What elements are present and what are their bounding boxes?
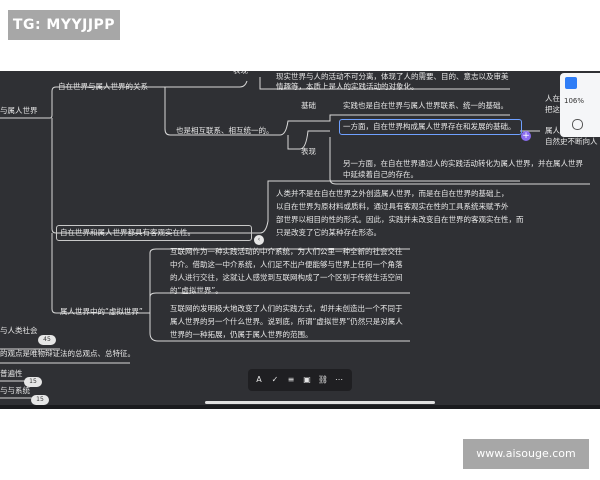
- node-para2-3[interactable]: 的人进行交往，这就让人感觉到互联网构成了一个区别于传统生活空间: [170, 272, 403, 284]
- zoom-level[interactable]: 106%: [564, 97, 584, 105]
- bottom-strip: [0, 405, 600, 409]
- node-jichu[interactable]: 基础: [301, 100, 316, 112]
- text-style-icon[interactable]: A: [253, 374, 265, 386]
- right-float-panel: 106%: [560, 73, 600, 137]
- node-qingqu[interactable]: 情趣等，本质上是人的实践活动的对象化。: [276, 81, 419, 93]
- link-icon[interactable]: ⛓: [317, 374, 329, 386]
- node-para1-2[interactable]: 以自在世界为原材料或质料，通过具有客观实在性的工具系统来赋予外: [276, 201, 509, 213]
- add-node-icon[interactable]: +: [521, 131, 531, 141]
- node-lingyifangmian-2[interactable]: 中延续着自己的存在。: [343, 169, 418, 181]
- node-ziran-guanxi[interactable]: 自在世界与属人世界的关系: [58, 81, 148, 93]
- node-biaoxian-top[interactable]: 表现: [233, 71, 248, 77]
- node-para1-3[interactable]: 部世界以相目的性的形式。因此，实践并未改变自在世界的客观实在性，而: [276, 214, 524, 226]
- node-para3-2[interactable]: 属人世界的另一个什么世界。说到底，所谓“虚拟世界”仍然只是对属人: [170, 316, 403, 328]
- node-para2-1[interactable]: 互联网作为一种实践活动的中介系统，为人们公里一种全新的社会交往: [170, 246, 403, 258]
- node-keguan[interactable]: 自在世界和属人世界都具有客观实在性。: [60, 227, 195, 239]
- node-right-4[interactable]: 自然史不断向人: [545, 136, 598, 148]
- node-para3-1[interactable]: 互联网的发明极大地改变了人们的实践方式，却并未创造出一个不同于: [170, 303, 403, 315]
- watermark-top-left: TG: MYYJJPP: [8, 10, 120, 40]
- check-icon[interactable]: ✓: [269, 374, 281, 386]
- horizontal-scrollbar[interactable]: [205, 401, 435, 404]
- node-para1-1[interactable]: 人类并不是在自在世界之外创造属人世界，而是在自在世界的基础上，: [276, 188, 509, 200]
- edit-icon[interactable]: [572, 119, 583, 130]
- more-icon[interactable]: ⋯: [333, 374, 345, 386]
- node-shijian-jichu[interactable]: 实践也是自在世界与属人世界联系、统一的基础。: [343, 100, 508, 112]
- node-yifangmian[interactable]: 一方面，自在世界构成属人世界存在和发展的基础。: [343, 121, 516, 133]
- node-left-partial[interactable]: 与属人世界: [0, 105, 38, 117]
- node-yu-xi[interactable]: 与与系统: [0, 385, 30, 397]
- image-icon[interactable]: ▣: [301, 374, 313, 386]
- bottom-toolbar: A ✓ ≡ ▣ ⛓ ⋯: [248, 369, 352, 391]
- watermark-bottom-right: www.aisouge.com: [463, 439, 589, 469]
- node-ye-shi[interactable]: 也是相互联系、相互统一的。: [176, 125, 274, 137]
- node-pubian[interactable]: 普遍性: [0, 368, 23, 380]
- child-count-badge[interactable]: 15: [31, 395, 49, 405]
- node-ren-lei[interactable]: 与人类社会: [0, 325, 38, 337]
- node-para2-4[interactable]: 的“虚拟世界”。: [170, 285, 223, 297]
- node-xuni[interactable]: 属人世界中的“虚拟世界”: [60, 306, 143, 318]
- node-guandian[interactable]: 的观点是唯物辩证法的总观点、总特征。: [0, 348, 135, 360]
- child-count-badge[interactable]: 45: [38, 335, 56, 345]
- collapse-icon[interactable]: ‹: [254, 235, 264, 245]
- node-biaoxian-mid[interactable]: 表现: [301, 146, 316, 158]
- mindmap-canvas[interactable]: 表现 现实世界与人的活动不可分离，体现了人的需要、目的、意志以及审美 情趣等，本…: [0, 71, 600, 409]
- node-para3-3[interactable]: 世界的一种拓展，仍属于属人世界的范围。: [170, 329, 313, 341]
- node-para1-4[interactable]: 只是改变了它的某种存在形态。: [276, 227, 381, 239]
- list-icon[interactable]: ≡: [285, 374, 297, 386]
- app-logo-icon[interactable]: [565, 77, 577, 89]
- node-para2-2[interactable]: 中介。借助这一中介系统，人们足不出户便能够与世界上任何一个角落: [170, 259, 403, 271]
